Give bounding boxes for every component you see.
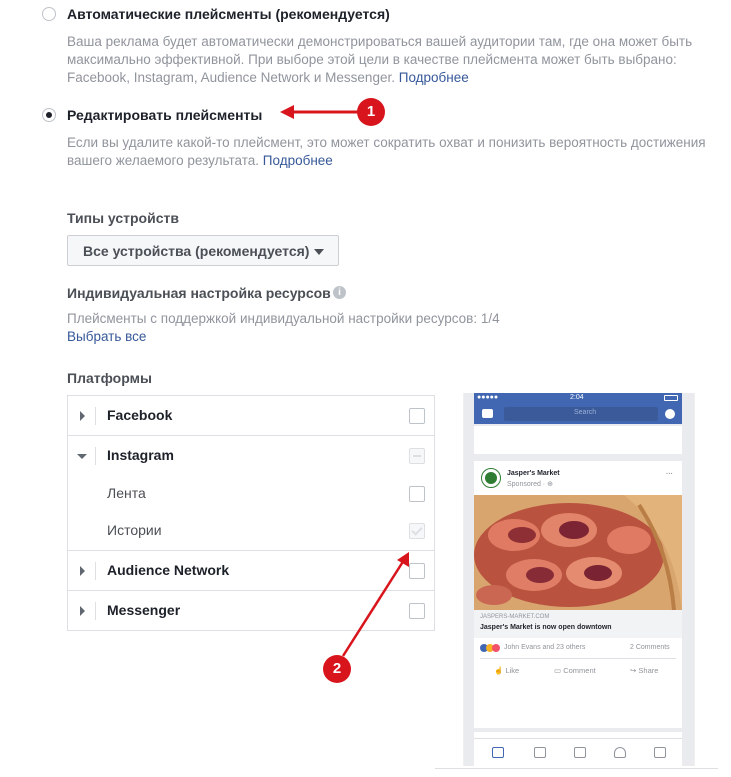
- annotation-badge-1: 1: [357, 98, 385, 126]
- arrow-2-head: [397, 552, 409, 567]
- arrow-2-line: [341, 559, 406, 657]
- arrow-1-head: [280, 105, 294, 119]
- annotation-badge-2: 2: [323, 655, 351, 683]
